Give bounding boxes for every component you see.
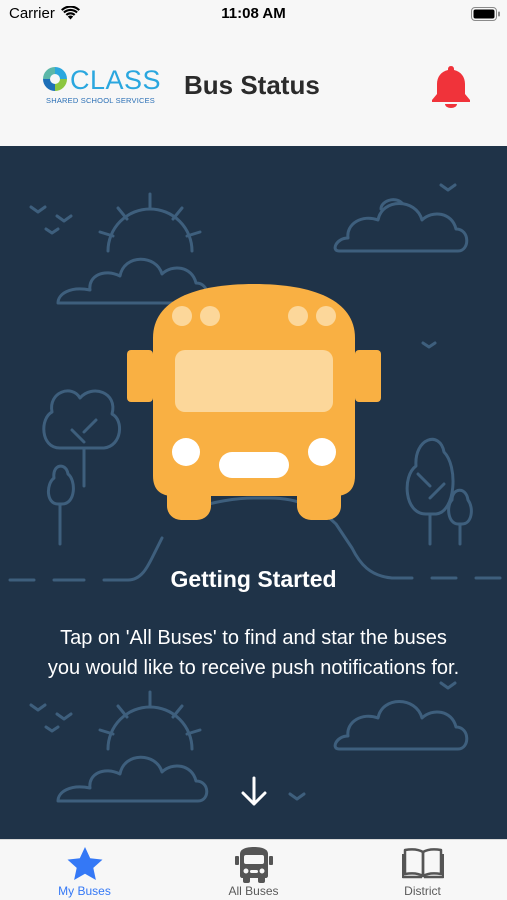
tab-my-buses-label: My Buses [58, 884, 111, 898]
star-icon [67, 847, 102, 880]
onboarding-panel: Getting Started Tap on 'All Buses' to fi… [0, 146, 507, 839]
bell-icon[interactable] [430, 64, 472, 108]
tab-my-buses[interactable]: My Buses [0, 840, 169, 900]
school-bus-illustration [127, 284, 381, 520]
class-logo: CLASS SHARED SCHOOL SERVICES [40, 64, 161, 108]
battery-icon [471, 7, 500, 21]
tab-district[interactable]: District [338, 840, 507, 900]
logo-wordmark: CLASS [70, 65, 162, 95]
tab-all-buses-label: All Buses [228, 884, 279, 898]
onboarding-message: Tap on 'All Buses' to find and star the … [47, 627, 460, 679]
onboarding-heading: Getting Started [170, 566, 337, 592]
bus-icon [234, 847, 273, 883]
clock: 11:08 AM [221, 5, 286, 22]
class-logo-mark [43, 67, 67, 91]
tab-district-label: District [404, 884, 441, 898]
tab-bar: My Buses All Buses District [0, 839, 507, 900]
status-bar: Carrier 11:08 AM [0, 0, 507, 30]
logo-tagline: SHARED SCHOOL SERVICES [46, 96, 156, 105]
book-icon [401, 848, 444, 879]
arrow-down-icon[interactable] [238, 774, 270, 808]
tab-all-buses[interactable]: All Buses [169, 840, 338, 900]
page-title: Bus Status [184, 70, 320, 100]
app-header: CLASS SHARED SCHOOL SERVICES Bus Status [0, 30, 507, 146]
